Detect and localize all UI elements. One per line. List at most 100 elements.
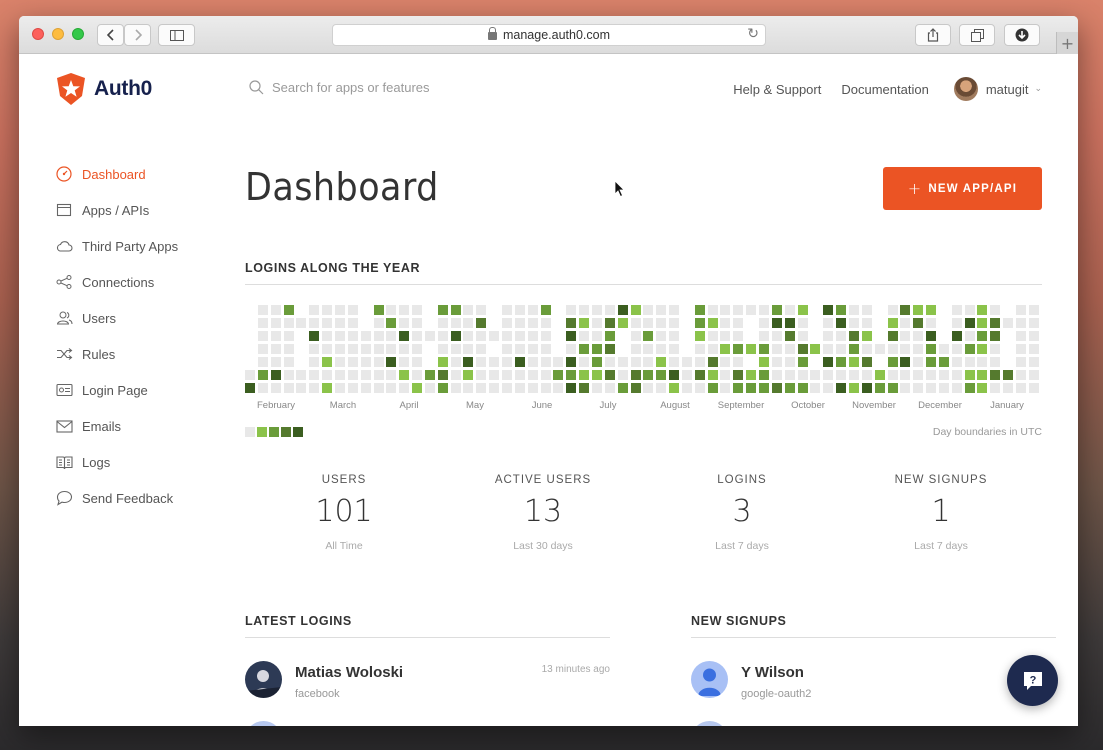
heatmap-day-cell[interactable] [476, 331, 486, 341]
heatmap-day-cell[interactable] [425, 370, 435, 380]
heatmap-day-cell[interactable] [708, 357, 718, 367]
heatmap-day-cell[interactable] [374, 357, 384, 367]
heatmap-day-cell[interactable] [566, 383, 576, 393]
heatmap-day-cell[interactable] [374, 318, 384, 328]
heatmap-day-cell[interactable] [399, 344, 409, 354]
heatmap-day-cell[interactable] [810, 344, 820, 354]
heatmap-day-cell[interactable] [643, 331, 653, 341]
heatmap-day-cell[interactable] [438, 370, 448, 380]
heatmap-day-cell[interactable] [939, 370, 949, 380]
heatmap-day-cell[interactable] [785, 357, 795, 367]
heatmap-day-cell[interactable] [579, 331, 589, 341]
heatmap-day-cell[interactable] [284, 318, 294, 328]
heatmap-day-cell[interactable] [631, 305, 641, 315]
heatmap-day-cell[interactable] [335, 370, 345, 380]
heatmap-day-cell[interactable] [823, 305, 833, 315]
heatmap-day-cell[interactable] [708, 305, 718, 315]
heatmap-day-cell[interactable] [579, 344, 589, 354]
heatmap-day-cell[interactable] [258, 305, 268, 315]
heatmap-day-cell[interactable] [309, 383, 319, 393]
heatmap-day-cell[interactable] [374, 305, 384, 315]
heatmap-day-cell[interactable] [361, 331, 371, 341]
heatmap-day-cell[interactable] [284, 305, 294, 315]
heatmap-day-cell[interactable] [888, 331, 898, 341]
heatmap-day-cell[interactable] [785, 344, 795, 354]
heatmap-day-cell[interactable] [322, 318, 332, 328]
heatmap-day-cell[interactable] [476, 383, 486, 393]
heatmap-day-cell[interactable] [913, 370, 923, 380]
heatmap-day-cell[interactable] [1016, 305, 1026, 315]
heatmap-day-cell[interactable] [965, 344, 975, 354]
heatmap-day-cell[interactable] [823, 370, 833, 380]
heatmap-day-cell[interactable] [271, 331, 281, 341]
heatmap-day-cell[interactable] [412, 344, 422, 354]
heatmap-day-cell[interactable] [733, 357, 743, 367]
heatmap-day-cell[interactable] [977, 305, 987, 315]
heatmap-day-cell[interactable] [271, 305, 281, 315]
address-bar[interactable]: manage.auth0.com ↻ [332, 24, 766, 46]
heatmap-day-cell[interactable] [374, 344, 384, 354]
heatmap-day-cell[interactable] [900, 305, 910, 315]
heatmap-day-cell[interactable] [656, 370, 666, 380]
stat-logins[interactable]: LOGINS 3 Last 7 days [642, 474, 842, 552]
heatmap-day-cell[interactable] [412, 318, 422, 328]
heatmap-day-cell[interactable] [528, 305, 538, 315]
heatmap-day-cell[interactable] [476, 344, 486, 354]
heatmap-day-cell[interactable] [836, 344, 846, 354]
heatmap-day-cell[interactable] [399, 305, 409, 315]
heatmap-day-cell[interactable] [553, 357, 563, 367]
heatmap-day-cell[interactable] [849, 357, 859, 367]
zoom-window-button[interactable] [72, 28, 84, 40]
heatmap-day-cell[interactable] [977, 383, 987, 393]
heatmap-day-cell[interactable] [823, 331, 833, 341]
heatmap-day-cell[interactable] [425, 383, 435, 393]
heatmap-day-cell[interactable] [399, 383, 409, 393]
heatmap-day-cell[interactable] [849, 318, 859, 328]
heatmap-day-cell[interactable] [708, 383, 718, 393]
tabs-overview-button[interactable] [959, 24, 995, 46]
heatmap-day-cell[interactable] [810, 383, 820, 393]
heatmap-day-cell[interactable] [836, 305, 846, 315]
heatmap-day-cell[interactable] [785, 331, 795, 341]
heatmap-day-cell[interactable] [489, 370, 499, 380]
heatmap-day-cell[interactable] [284, 357, 294, 367]
heatmap-day-cell[interactable] [913, 305, 923, 315]
heatmap-day-cell[interactable] [862, 357, 872, 367]
heatmap-day-cell[interactable] [258, 357, 268, 367]
heatmap-day-cell[interactable] [296, 318, 306, 328]
heatmap-day-cell[interactable] [720, 305, 730, 315]
heatmap-day-cell[interactable] [785, 370, 795, 380]
heatmap-day-cell[interactable] [463, 318, 473, 328]
heatmap-day-cell[interactable] [284, 331, 294, 341]
minimize-window-button[interactable] [52, 28, 64, 40]
downloads-button[interactable] [1004, 24, 1040, 46]
heatmap-day-cell[interactable] [669, 305, 679, 315]
heatmap-day-cell[interactable] [528, 331, 538, 341]
heatmap-day-cell[interactable] [990, 331, 1000, 341]
heatmap-day-cell[interactable] [977, 344, 987, 354]
heatmap-day-cell[interactable] [990, 305, 1000, 315]
heatmap-day-cell[interactable] [695, 383, 705, 393]
username[interactable]: matugit [986, 82, 1029, 97]
heatmap-day-cell[interactable] [952, 318, 962, 328]
heatmap-day-cell[interactable] [284, 383, 294, 393]
heatmap-day-cell[interactable] [463, 305, 473, 315]
heatmap-day-cell[interactable] [1016, 383, 1026, 393]
heatmap-day-cell[interactable] [952, 370, 962, 380]
heatmap-day-cell[interactable] [746, 344, 756, 354]
heatmap-day-cell[interactable] [708, 318, 718, 328]
heatmap-day-cell[interactable] [348, 370, 358, 380]
heatmap-day-cell[interactable] [566, 318, 576, 328]
heatmap-day-cell[interactable] [309, 357, 319, 367]
heatmap-day-cell[interactable] [862, 370, 872, 380]
heatmap-day-cell[interactable] [695, 318, 705, 328]
heatmap-day-cell[interactable] [412, 331, 422, 341]
heatmap-day-cell[interactable] [541, 331, 551, 341]
heatmap-day-cell[interactable] [1016, 318, 1026, 328]
heatmap-day-cell[interactable] [296, 370, 306, 380]
heatmap-day-cell[interactable] [990, 357, 1000, 367]
heatmap-day-cell[interactable] [759, 357, 769, 367]
heatmap-day-cell[interactable] [322, 344, 332, 354]
heatmap-day-cell[interactable] [990, 383, 1000, 393]
heatmap-day-cell[interactable] [258, 383, 268, 393]
